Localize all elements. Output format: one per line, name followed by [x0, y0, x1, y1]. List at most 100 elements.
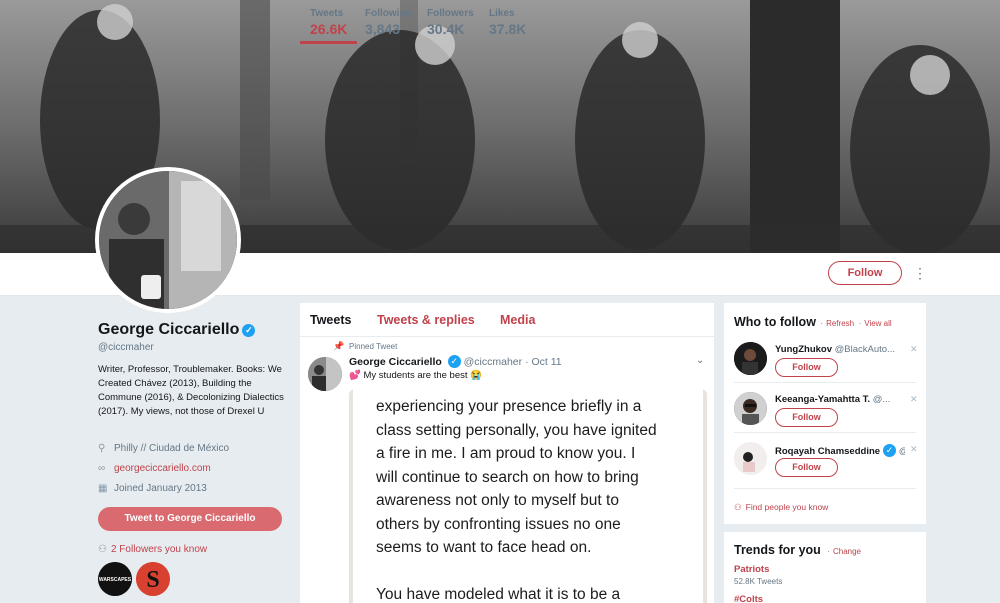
- trend-item[interactable]: Patriots: [734, 564, 769, 575]
- letter-text: experiencing your presence briefly in a …: [376, 398, 657, 603]
- profile-name-text: George Ciccariello: [98, 321, 240, 338]
- stat-value: 37.8K: [489, 21, 527, 37]
- view-all-link[interactable]: View all: [864, 319, 891, 328]
- verified-icon: ✓: [447, 355, 461, 368]
- suggestion-name[interactable]: Keeanga-Yamahtta T. @...: [775, 394, 905, 405]
- suggestion-avatar[interactable]: [734, 392, 767, 425]
- tab-media[interactable]: Media: [500, 313, 535, 327]
- separator: ·: [858, 319, 862, 328]
- suggestion-display-name[interactable]: Roqayah Chamseddine: [775, 446, 880, 457]
- follow-button[interactable]: Follow: [775, 408, 838, 427]
- hearts-emoji-icon: 💕: [349, 370, 361, 381]
- profile-handle: @ciccmaher: [98, 342, 154, 353]
- dismiss-icon[interactable]: ✕: [910, 444, 918, 455]
- tab-tweets[interactable]: Tweets: [310, 313, 351, 327]
- mutual-follower-avatar[interactable]: WARSCAPES: [98, 562, 132, 596]
- trends-heading: Trends for you: [734, 543, 821, 557]
- tweet-author-avatar[interactable]: [308, 357, 342, 391]
- avatar-photo: [99, 171, 237, 309]
- find-people-text[interactable]: Find people you know: [746, 502, 829, 512]
- avatar-photo: [734, 342, 767, 375]
- timeline: Tweets Tweets & replies Media 📌 Pinned T…: [300, 303, 714, 603]
- trends-title: Trends for you · Change: [734, 543, 861, 557]
- follow-button[interactable]: Follow: [775, 358, 838, 377]
- tweet-author-name[interactable]: George Ciccariello: [349, 356, 442, 368]
- stat-label: Following: [365, 8, 412, 19]
- warscapes-logo: WARSCAPES: [98, 562, 132, 596]
- suggestion-avatar[interactable]: [734, 342, 767, 375]
- stat-followers[interactable]: Followers 30.4K: [427, 8, 474, 37]
- pin-icon: 📌: [333, 341, 345, 351]
- person-icon: ⚇: [98, 544, 107, 555]
- s-logo: S: [136, 562, 170, 596]
- profile-website[interactable]: ∞ georgeciccariello.com: [98, 463, 211, 474]
- dismiss-icon[interactable]: ✕: [910, 344, 918, 355]
- separator: ·: [820, 319, 824, 328]
- follow-button[interactable]: Follow: [828, 261, 902, 285]
- find-people-link[interactable]: ⚇ Find people you know: [734, 502, 828, 513]
- mutual-follower-avatar[interactable]: S: [136, 562, 170, 596]
- s-logo-text: S: [146, 567, 159, 593]
- followers-you-know-text[interactable]: 2 Followers you know: [111, 544, 207, 555]
- pinned-label: Pinned Tweet: [349, 342, 398, 351]
- profile-avatar[interactable]: [95, 167, 241, 313]
- tweet-image[interactable]: experiencing your presence briefly in a …: [349, 389, 707, 603]
- profile-location: ⚲ Philly // Ciudad de México: [98, 443, 229, 454]
- joined-text: Joined January 2013: [114, 483, 207, 494]
- suggestion-avatar[interactable]: [734, 442, 767, 475]
- tweet-header: George Ciccariello ✓ @ciccmaher · Oct 11: [349, 355, 562, 368]
- trend-count: 52.8K Tweets: [734, 577, 783, 586]
- change-link[interactable]: Change: [833, 547, 861, 556]
- crying-emoji-icon: 😭: [470, 370, 482, 381]
- stat-value: 26.6K: [310, 21, 348, 37]
- trends-panel: Trends for you · Change Patriots 52.8K Tw…: [724, 532, 926, 603]
- tweet-text: 💕 My students are the best 😭: [349, 370, 482, 381]
- more-options-icon[interactable]: ⋮: [913, 266, 927, 280]
- suggestion-handle: @BlackAuto...: [834, 344, 895, 355]
- divider: [734, 488, 916, 489]
- website-link[interactable]: georgeciccariello.com: [114, 463, 211, 474]
- stat-tweets[interactable]: Tweets 26.6K: [299, 8, 358, 44]
- profile-bio: Writer, Professor, Troublemaker. Books: …: [98, 364, 284, 417]
- stat-value: 30.4K: [427, 21, 465, 37]
- dismiss-icon[interactable]: ✕: [910, 394, 918, 405]
- suggestion-handle: @: [899, 446, 905, 457]
- stat-likes[interactable]: Likes 37.8K: [489, 8, 526, 37]
- stat-value: 3,843: [365, 21, 401, 37]
- people-icon: ⚇: [734, 502, 742, 512]
- profile-joined: ▦ Joined January 2013: [98, 483, 207, 494]
- chevron-down-icon[interactable]: ⌄: [696, 355, 704, 366]
- suggestion-name[interactable]: YungZhukov @BlackAuto...: [775, 344, 905, 355]
- followers-you-know[interactable]: ⚇ 2 Followers you know: [98, 544, 207, 555]
- timeline-tabs: Tweets Tweets & replies Media: [300, 303, 714, 337]
- suggestion-handle: @...: [872, 394, 891, 405]
- who-to-follow-title: Who to follow · Refresh · View all: [734, 315, 892, 329]
- profile-name: George Ciccariello ✓: [98, 321, 256, 339]
- stat-following[interactable]: Following 3,843: [365, 8, 412, 37]
- avatar-photo: [308, 357, 342, 391]
- suggestion-display-name[interactable]: Keeanga-Yamahtta T.: [775, 394, 870, 405]
- suggestion-name[interactable]: Roqayah Chamseddine✓ @: [775, 444, 905, 457]
- follow-button[interactable]: Follow: [775, 458, 838, 477]
- tab-tweets-replies[interactable]: Tweets & replies: [377, 313, 475, 327]
- separator: ·: [827, 547, 830, 556]
- suggestion-display-name[interactable]: YungZhukov: [775, 344, 832, 355]
- tweet-date[interactable]: Oct 11: [532, 356, 562, 368]
- tweet-to-button[interactable]: Tweet to George Ciccariello: [98, 507, 282, 531]
- avatar-photo: [734, 392, 767, 425]
- warscapes-logo-text: WARSCAPES: [99, 577, 132, 583]
- verified-icon: ✓: [242, 324, 256, 337]
- tweet-body: My students are the best: [363, 370, 468, 381]
- tweet-author-handle[interactable]: @ciccmaher: [464, 356, 523, 368]
- stat-label: Likes: [489, 8, 515, 19]
- calendar-icon: ▦: [98, 483, 108, 494]
- who-to-follow-panel: Who to follow · Refresh · View all YungZhu…: [724, 303, 926, 524]
- stat-label: Followers: [427, 8, 474, 19]
- refresh-link[interactable]: Refresh: [826, 319, 854, 328]
- verified-icon: ✓: [883, 444, 897, 457]
- avatar-photo: [734, 442, 767, 475]
- trend-item[interactable]: #Colts: [734, 594, 763, 603]
- stat-label: Tweets: [310, 8, 344, 19]
- location-pin-icon: ⚲: [98, 443, 106, 454]
- location-text: Philly // Ciudad de México: [114, 443, 230, 454]
